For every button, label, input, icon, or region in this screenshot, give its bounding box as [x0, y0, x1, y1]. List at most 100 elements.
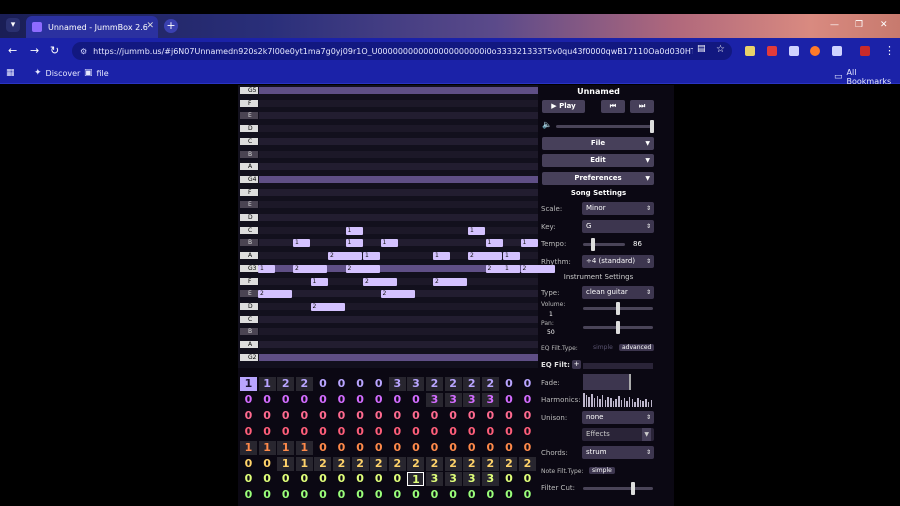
close-icon[interactable]: ✕	[146, 21, 154, 31]
pattern-cell[interactable]: 0	[352, 377, 369, 391]
pattern-cell[interactable]: 0	[407, 488, 424, 502]
piano-roll-row[interactable]	[259, 87, 538, 94]
pattern-cell[interactable]: 0	[426, 425, 443, 439]
piano-roll-row[interactable]	[259, 277, 538, 285]
pattern-cell[interactable]: 2	[388, 456, 406, 471]
bookmark-discover[interactable]: ✦ Discover	[34, 68, 80, 78]
pattern-cell[interactable]: 0	[519, 393, 536, 407]
scale-select[interactable]: Minor ⇕	[582, 202, 654, 215]
pattern-cell[interactable]: 0	[352, 425, 369, 439]
tab-search-icon[interactable]: ▾	[6, 18, 20, 32]
pattern-cell[interactable]: 1	[240, 377, 257, 391]
pattern-cell[interactable]: 2	[407, 456, 425, 471]
pattern-cell[interactable]: 0	[519, 425, 536, 439]
harmonic-bar[interactable]	[583, 393, 585, 407]
key-select[interactable]: G ⇕	[582, 220, 654, 233]
harmonic-bar[interactable]	[588, 397, 590, 407]
harmonic-bar[interactable]	[601, 395, 604, 407]
pattern-cell[interactable]: 0	[333, 472, 350, 486]
harmonic-bar[interactable]	[604, 400, 607, 407]
pattern-cell[interactable]: 0	[370, 377, 387, 391]
edit-menu-button[interactable]: Edit ▼	[542, 154, 654, 167]
back-arrow-icon[interactable]: ←	[8, 44, 17, 57]
piano-roll-row[interactable]	[259, 353, 538, 361]
piano-key[interactable]: G4	[240, 175, 258, 183]
window-close-icon[interactable]: ✕	[880, 20, 888, 30]
unison-select[interactable]: none ⇕	[582, 411, 654, 424]
pattern-cell[interactable]: 0	[370, 488, 387, 502]
pattern-cell[interactable]: 2	[351, 456, 369, 471]
pattern-cell[interactable]: 0	[500, 377, 517, 391]
filter-cut-slider[interactable]	[583, 482, 653, 495]
pattern-cell[interactable]: 2	[277, 377, 295, 391]
pattern-cell[interactable]: 0	[296, 393, 313, 407]
pattern-cell[interactable]: 0	[500, 472, 517, 486]
pattern-cell[interactable]: 0	[482, 409, 499, 423]
piano-key[interactable]: G2	[240, 353, 258, 361]
pattern-cell[interactable]: 0	[500, 488, 517, 502]
maximize-icon[interactable]: ❐	[855, 20, 863, 30]
pattern-cell[interactable]: 0	[314, 441, 331, 455]
pattern-cell[interactable]: 0	[370, 409, 387, 423]
harmonic-bar[interactable]	[623, 398, 626, 407]
harmonic-bar[interactable]	[620, 400, 623, 407]
pattern-cell[interactable]: 0	[352, 409, 369, 423]
pattern-cell[interactable]: 2	[444, 456, 462, 471]
pattern-cell[interactable]: 2	[314, 456, 332, 471]
harmonic-bar[interactable]	[607, 397, 609, 407]
previous-bar-button[interactable]: ⏮	[601, 100, 625, 113]
note[interactable]: 2	[310, 302, 345, 311]
piano-roll-row[interactable]	[259, 214, 538, 221]
pattern-cell[interactable]: 0	[333, 409, 350, 423]
piano-key[interactable]: F	[240, 277, 258, 285]
apps-icon[interactable]: ▦	[6, 68, 15, 78]
pattern-cell[interactable]: 2	[463, 377, 481, 391]
pattern-cell[interactable]: 2	[370, 456, 388, 471]
piano-key[interactable]: G3	[240, 264, 258, 272]
pattern-cell[interactable]: 0	[277, 425, 294, 439]
pattern-cell[interactable]: 0	[370, 472, 387, 486]
piano-roll-row[interactable]	[259, 328, 538, 336]
pattern-cell[interactable]: 2	[519, 456, 536, 471]
pattern-cell[interactable]: 0	[240, 488, 257, 502]
pattern-cell[interactable]: 0	[482, 441, 499, 455]
piano-key[interactable]: E	[240, 112, 258, 120]
piano-roll-row[interactable]	[259, 125, 538, 133]
minimize-icon[interactable]: —	[830, 20, 839, 30]
new-tab-plus-icon[interactable]: +	[164, 19, 178, 33]
piano-roll-row[interactable]	[259, 137, 538, 145]
harmonic-bar[interactable]	[642, 401, 644, 407]
pattern-cell[interactable]: 3	[407, 377, 425, 391]
pattern-cell[interactable]: 0	[389, 488, 406, 502]
piano-key[interactable]: D	[240, 302, 258, 310]
pattern-cell[interactable]: 3	[481, 392, 499, 407]
pattern-cell[interactable]: 0	[370, 393, 387, 407]
note[interactable]: 1	[380, 239, 398, 248]
note[interactable]: 1	[293, 239, 310, 248]
pattern-cell[interactable]: 2	[463, 456, 481, 471]
pattern-cell[interactable]: 0	[445, 409, 462, 423]
pattern-cell[interactable]: 0	[407, 425, 424, 439]
harmonics-editor[interactable]	[583, 391, 653, 407]
harmonic-bar[interactable]	[650, 400, 653, 407]
harmonic-bar[interactable]	[593, 398, 596, 407]
harmonic-bar[interactable]	[634, 402, 636, 407]
pattern-cell[interactable]: 2	[333, 456, 350, 471]
piano-roll-row[interactable]	[259, 302, 538, 310]
piano-roll-row[interactable]	[259, 112, 538, 120]
piano-key[interactable]: C	[240, 137, 258, 145]
harmonic-bar[interactable]	[618, 396, 620, 407]
pattern-cell[interactable]: 0	[389, 393, 406, 407]
note[interactable]: 1	[363, 252, 380, 261]
note[interactable]: 2	[363, 277, 397, 286]
piano-key[interactable]: C	[240, 315, 258, 323]
pattern-cell[interactable]: 0	[445, 488, 462, 502]
harmonic-bar[interactable]	[615, 399, 617, 407]
piano-key[interactable]: B	[240, 239, 258, 247]
effects-select[interactable]: Effects ▼	[582, 428, 654, 441]
pattern-cell[interactable]: 3	[481, 472, 499, 487]
tempo-value[interactable]: 86	[633, 240, 642, 248]
bookmark-file[interactable]: ▣ file	[84, 68, 109, 78]
pattern-cell[interactable]: 2	[500, 456, 518, 471]
profile-extension-icon[interactable]	[810, 46, 820, 56]
